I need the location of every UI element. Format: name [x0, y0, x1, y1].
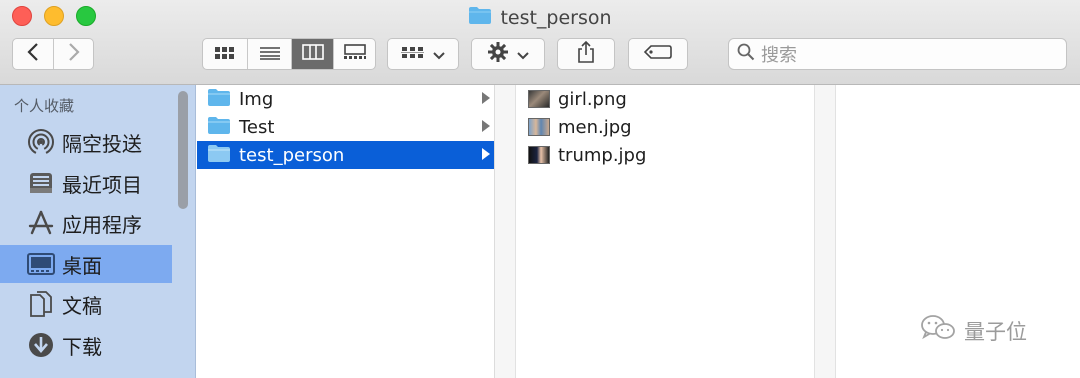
applications-icon: [26, 208, 56, 238]
column-view-button[interactable]: [291, 39, 333, 69]
recents-icon: [26, 168, 56, 198]
file-name: trump.jpg: [558, 144, 647, 166]
folder-icon: [207, 143, 231, 167]
wechat-icon: [920, 314, 956, 347]
desktop-icon: [26, 249, 56, 279]
sidebar-item-airdrop[interactable]: 隔空投送: [0, 123, 172, 161]
folder-name: Img: [239, 88, 274, 110]
list-item[interactable]: Test: [197, 113, 494, 141]
window-toolbar: test_person 搜索: [0, 0, 1080, 85]
sidebar-item-desktop[interactable]: 桌面: [0, 245, 172, 283]
column-view-icon: [301, 44, 324, 64]
list-item[interactable]: trump.jpg: [516, 141, 646, 169]
history-nav: [12, 38, 94, 70]
icon-view-button[interactable]: [203, 39, 247, 69]
sidebar-item-label: 最近项目: [62, 172, 142, 197]
chevron-left-icon: [27, 42, 39, 66]
disclosure-arrow-icon: [482, 92, 490, 104]
sidebar-item-label: 隔空投送: [62, 131, 142, 156]
view-mode-control: [202, 38, 376, 70]
sidebar-item-documents[interactable]: 文稿: [0, 285, 172, 323]
sidebar-item-label: 应用程序: [62, 212, 142, 237]
window-title: test_person: [500, 6, 612, 29]
list-view-button[interactable]: [247, 39, 291, 69]
downloads-icon: [26, 330, 56, 360]
gear-icon: [487, 41, 509, 67]
back-button[interactable]: [13, 39, 53, 69]
watermark: 量子位: [920, 314, 1027, 347]
image-thumbnail-icon: [528, 146, 550, 164]
list-item[interactable]: test_person: [197, 141, 494, 169]
search-icon: [737, 43, 755, 65]
chevron-right-icon: [68, 42, 80, 66]
image-thumbnail-icon: [528, 90, 550, 108]
sidebar: 个人收藏 隔空投送 最近项目 应用程序 桌面 文稿 下载: [0, 85, 196, 378]
group-by-button[interactable]: [387, 38, 459, 70]
gallery-view-icon: [343, 44, 367, 64]
share-icon: [577, 40, 595, 68]
file-name: girl.png: [558, 88, 627, 110]
sidebar-item-label: 下载: [62, 334, 102, 359]
sidebar-item-downloads[interactable]: 下载: [0, 326, 172, 364]
action-button[interactable]: [471, 38, 545, 70]
tag-icon: [643, 44, 673, 64]
search-field[interactable]: 搜索: [728, 38, 1067, 70]
forward-button[interactable]: [53, 39, 93, 69]
folder-icon: [468, 5, 492, 30]
sidebar-item-label: 桌面: [62, 253, 102, 278]
image-thumbnail-icon: [528, 118, 550, 136]
column-resize-gutter[interactable]: [495, 85, 516, 378]
documents-icon: [26, 289, 56, 319]
folder-name: Test: [239, 116, 275, 138]
list-item[interactable]: girl.png: [516, 85, 627, 113]
sidebar-item-applications[interactable]: 应用程序: [0, 204, 172, 242]
disclosure-arrow-icon: [482, 120, 490, 132]
icon-view-icon: [214, 45, 236, 64]
folder-icon: [207, 87, 231, 111]
gallery-view-button[interactable]: [333, 39, 375, 69]
column-resize-gutter[interactable]: [814, 85, 836, 378]
sidebar-item-label: 文稿: [62, 293, 102, 318]
share-button[interactable]: [557, 38, 615, 70]
group-by-icon: [401, 45, 425, 64]
list-item[interactable]: Img: [197, 85, 494, 113]
sidebar-item-recents[interactable]: 最近项目: [0, 164, 172, 202]
file-name: men.jpg: [558, 116, 632, 138]
sidebar-scrollbar[interactable]: [178, 91, 188, 209]
sidebar-heading: 个人收藏: [14, 97, 75, 115]
disclosure-arrow-icon: [482, 148, 490, 160]
folder-column: Img Test test_person: [197, 85, 495, 378]
tag-button[interactable]: [628, 38, 688, 70]
search-placeholder: 搜索: [761, 45, 797, 66]
list-item[interactable]: men.jpg: [516, 113, 632, 141]
airdrop-icon: [26, 127, 56, 157]
file-column: girl.png men.jpg trump.jpg: [516, 85, 814, 378]
watermark-text: 量子位: [964, 319, 1027, 344]
chevron-down-icon: [433, 45, 445, 64]
window-title-bar: test_person: [0, 5, 1080, 30]
chevron-down-icon: [517, 45, 529, 64]
folder-icon: [207, 115, 231, 139]
list-view-icon: [259, 45, 281, 64]
folder-name: test_person: [239, 144, 345, 166]
